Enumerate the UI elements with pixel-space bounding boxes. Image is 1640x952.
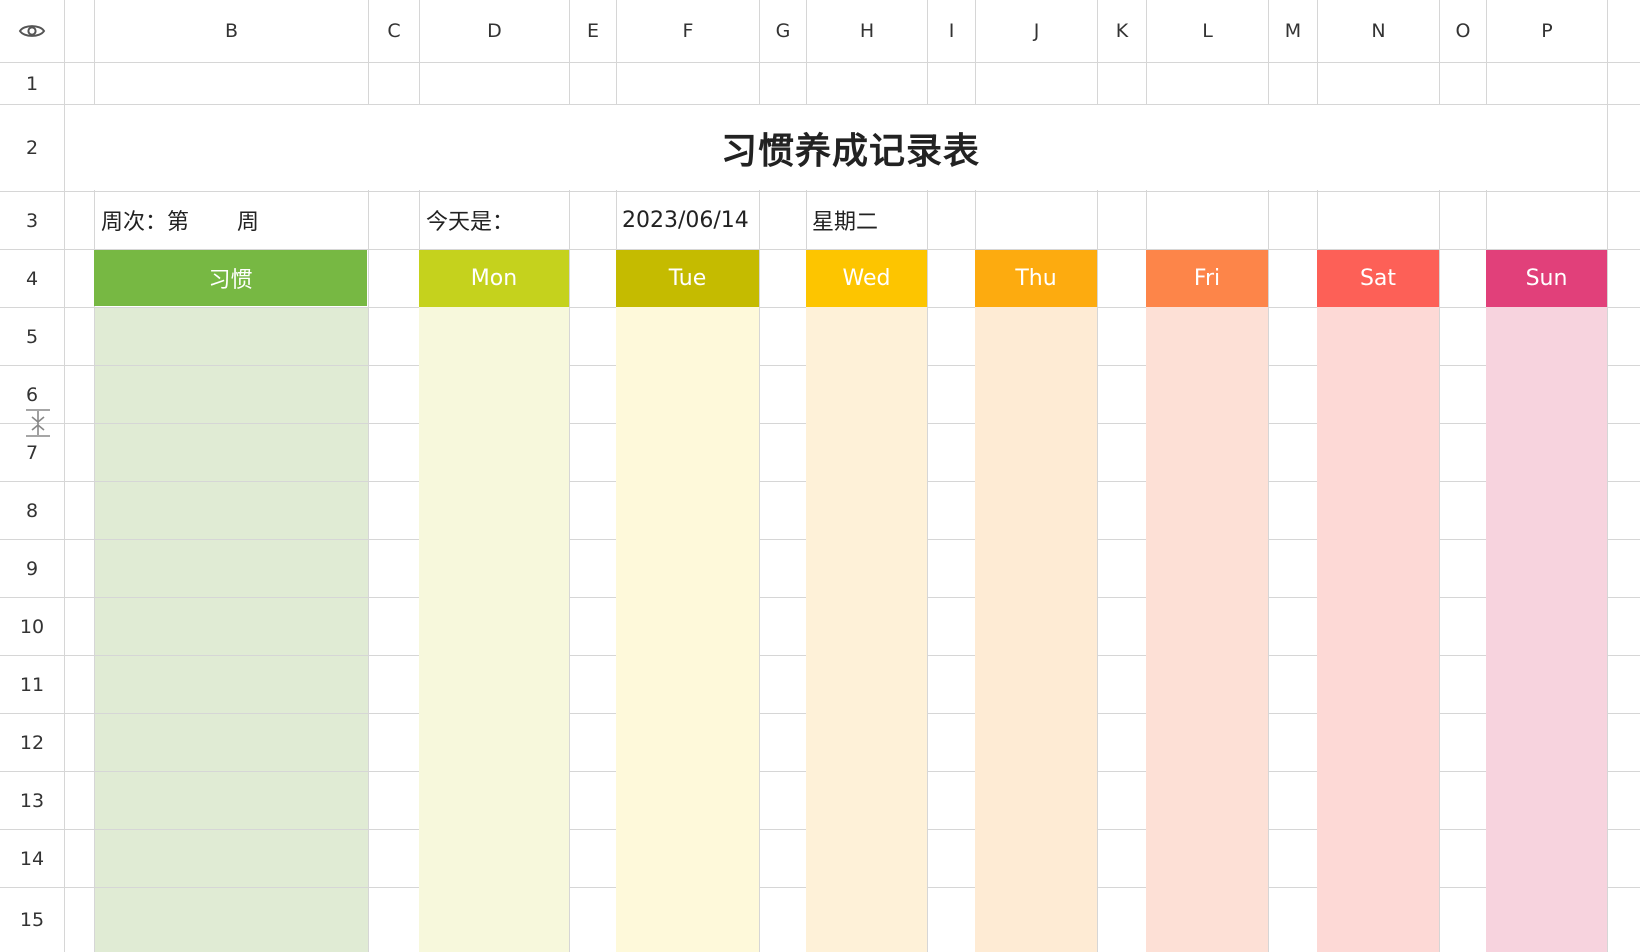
weekday-cell[interactable]: 星期二	[812, 192, 928, 248]
day-header-thu[interactable]: Thu	[975, 250, 1097, 307]
column-header-d[interactable]: D	[420, 0, 569, 62]
row-header-3[interactable]: 3	[0, 192, 64, 249]
week-prefix: 第	[167, 210, 190, 235]
row-header-1[interactable]: 1	[0, 63, 64, 104]
column-header-n[interactable]: N	[1318, 0, 1439, 62]
grid-hline	[0, 62, 1640, 63]
column-header-h[interactable]: H	[807, 0, 927, 62]
spreadsheet: Mon Tue Wed Thu Fri Sat Sun BCDEFGHIJKLMNOP123…	[0, 0, 1640, 952]
day-header-sun[interactable]: Sun	[1486, 250, 1607, 307]
column-header-b[interactable]: B	[95, 0, 368, 62]
day-header-mon[interactable]: Mon	[419, 250, 569, 307]
column-header-o[interactable]: O	[1440, 0, 1486, 62]
row-header-13[interactable]: 13	[0, 772, 64, 829]
row-header-15[interactable]: 15	[0, 888, 64, 952]
row-header-9[interactable]: 9	[0, 540, 64, 597]
day-header-tue[interactable]: Tue	[616, 250, 759, 307]
column-header-k[interactable]: K	[1098, 0, 1146, 62]
day-column-body-fri[interactable]	[1146, 307, 1268, 952]
day-column-body-sat[interactable]	[1317, 307, 1439, 952]
column-header-l[interactable]: L	[1147, 0, 1268, 62]
column-header-j[interactable]: J	[976, 0, 1097, 62]
view-toggle[interactable]	[0, 0, 64, 62]
column-header-m[interactable]: M	[1269, 0, 1317, 62]
grid-vline	[1607, 0, 1608, 952]
column-header-i[interactable]: I	[928, 0, 975, 62]
day-column-body-mon[interactable]	[419, 307, 569, 952]
row-header-11[interactable]: 11	[0, 656, 64, 713]
week-label: 周次：	[101, 210, 168, 235]
day-header-fri[interactable]: Fri	[1146, 250, 1268, 307]
row-header-2[interactable]: 2	[0, 105, 64, 191]
eye-icon	[18, 25, 46, 37]
habit-header[interactable]: 习惯	[94, 250, 367, 306]
day-column-body-sun[interactable]	[1486, 307, 1607, 952]
row-header-8[interactable]: 8	[0, 482, 64, 539]
column-header-g[interactable]: G	[760, 0, 806, 62]
date-cell[interactable]: 2023/06/14	[622, 192, 762, 248]
row-resize-icon	[26, 409, 50, 437]
day-column-body-wed[interactable]	[806, 307, 927, 952]
row-header-5[interactable]: 5	[0, 308, 64, 365]
row-header-4[interactable]: 4	[0, 250, 64, 307]
row-header-12[interactable]: 12	[0, 714, 64, 771]
column-header-f[interactable]: F	[617, 0, 759, 62]
week-suffix: 周	[237, 210, 260, 235]
day-column-body-tue[interactable]	[616, 307, 759, 952]
habit-column-body[interactable]	[94, 307, 368, 952]
week-cell[interactable]: 周次： 第 周	[101, 192, 363, 248]
column-header-c[interactable]: C	[369, 0, 419, 62]
today-label[interactable]: 今天是：	[426, 192, 566, 248]
day-header-wed[interactable]: Wed	[806, 250, 927, 307]
row-header-10[interactable]: 10	[0, 598, 64, 655]
day-column-body-thu[interactable]	[975, 307, 1097, 952]
day-header-sat[interactable]: Sat	[1317, 250, 1439, 307]
column-header-e[interactable]: E	[570, 0, 616, 62]
grid-vline	[64, 0, 65, 952]
sheet-title[interactable]: 习惯养成记录表	[94, 105, 1607, 190]
column-header-a[interactable]	[65, 0, 93, 62]
column-header-p[interactable]: P	[1487, 0, 1607, 62]
row-header-14[interactable]: 14	[0, 830, 64, 887]
